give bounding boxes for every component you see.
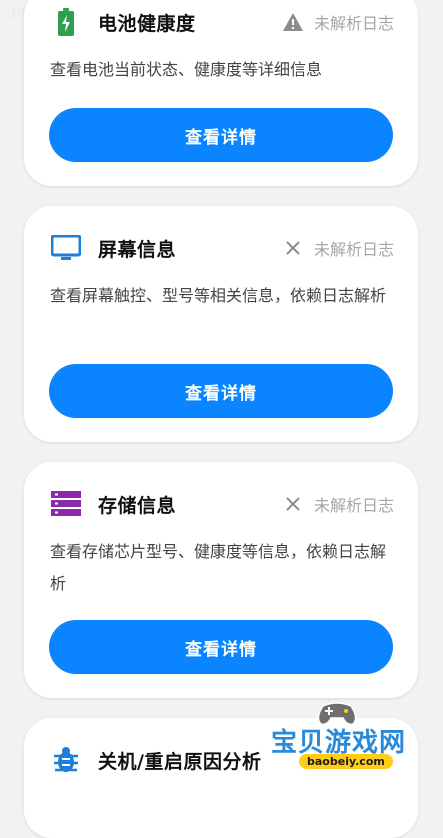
watermark: 宝贝游戏网 baobeiy.com — [265, 700, 425, 785]
view-details-button[interactable]: 查看详情 — [49, 364, 393, 418]
view-details-button[interactable]: 查看详情 — [49, 108, 393, 162]
watermark-url: baobeiy.com — [299, 754, 393, 769]
monitor-icon — [50, 232, 82, 264]
card-title: 存储信息 — [98, 494, 177, 517]
close-icon — [282, 237, 304, 259]
card-status: 未解析日志 — [282, 10, 394, 34]
card-title: 电池健康度 — [98, 12, 196, 35]
close-icon — [282, 493, 304, 515]
card-description: 查看屏幕触控、型号等相关信息，依赖日志解析 — [50, 286, 387, 305]
battery-health-card: 电池健康度 未解析日志 查看电池当前状态、健康度等详细信息 查看详情 — [24, 0, 418, 186]
card-description: 查看电池当前状态、健康度等详细信息 — [50, 60, 323, 79]
bug-icon — [50, 744, 82, 776]
card-title: 关机/重启原因分析 — [98, 750, 262, 773]
storage-icon — [50, 488, 82, 520]
view-details-button[interactable]: 查看详情 — [49, 620, 393, 674]
storage-info-card: 存储信息 未解析日志 查看存储芯片型号、健康度等信息，依赖日志解析 查看详情 — [24, 462, 418, 698]
battery-charging-icon — [50, 6, 82, 38]
warning-icon — [282, 11, 304, 33]
card-status: 未解析日志 — [282, 492, 394, 516]
screen-info-card: 屏幕信息 未解析日志 查看屏幕触控、型号等相关信息，依赖日志解析 查看详情 — [24, 206, 418, 442]
status-time: 10 — [10, 6, 26, 20]
status-label: 未解析日志 — [313, 14, 394, 33]
status-label: 未解析日志 — [313, 496, 394, 515]
status-label: 未解析日志 — [313, 240, 394, 259]
card-title: 屏幕信息 — [98, 238, 177, 261]
card-description: 查看存储芯片型号、健康度等信息，依赖日志解析 — [50, 542, 387, 593]
card-status: 未解析日志 — [282, 236, 394, 260]
